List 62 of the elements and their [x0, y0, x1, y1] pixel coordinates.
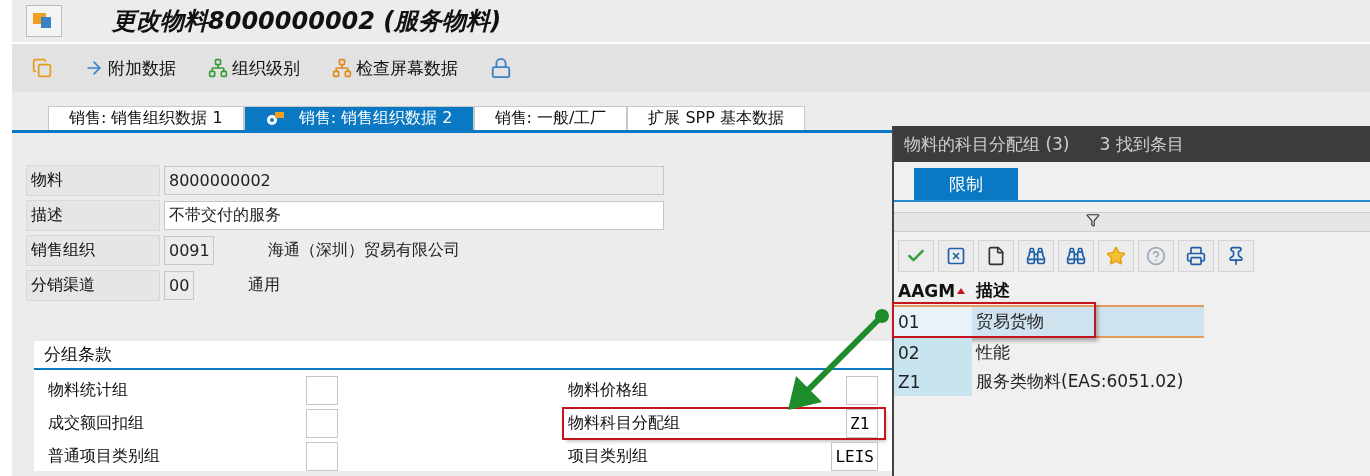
document-icon: [986, 246, 1006, 266]
tab[interactable]: 销售: 销售组织数据 1: [48, 106, 244, 130]
tab[interactable]: 销售: 一般/工厂: [473, 106, 628, 130]
toolbar-button[interactable]: 附加数据: [82, 54, 178, 82]
tab[interactable]: 限制: [914, 168, 1018, 200]
table-row[interactable]: 01 贸易货物: [894, 305, 1204, 338]
input-field[interactable]: Z1: [846, 409, 878, 438]
pin-icon: [1226, 246, 1246, 266]
field-label: 物料价格组: [568, 380, 648, 401]
table-cell: Z1: [894, 367, 972, 396]
window-title: 更改物料8000000002 (服务物料): [112, 6, 502, 37]
input-field[interactable]: [306, 442, 338, 471]
toolbar-button[interactable]: [1218, 240, 1254, 272]
table-cell-text: 贸易货物: [975, 310, 1045, 333]
toolbar-button[interactable]: 组织级别: [206, 54, 302, 82]
input-field[interactable]: 不带交付的服务: [164, 201, 664, 230]
field-label: 销售组织: [26, 235, 160, 266]
tab[interactable]: 销售: 销售组织数据 2: [243, 106, 474, 130]
toolbar-button[interactable]: [1018, 240, 1054, 272]
dialog-title: 物料的科目分配组 (3): [904, 132, 1070, 156]
table-cell: 02: [894, 338, 972, 367]
input-field[interactable]: [306, 409, 338, 438]
toolbar-button[interactable]: [978, 240, 1014, 272]
field-label: 成交额回扣组: [48, 413, 144, 434]
column-header[interactable]: AAGM: [894, 276, 972, 305]
help-icon: [1146, 246, 1166, 266]
toolbar-button[interactable]: 检查屏幕数据: [330, 54, 460, 82]
close-icon: [946, 246, 966, 266]
gear-icon: [264, 110, 285, 127]
toolbar-button[interactable]: [938, 240, 974, 272]
menu-button[interactable]: [26, 5, 62, 37]
table-cell-text: 服务类物料(EAS:6051.02): [975, 370, 1185, 393]
input-field[interactable]: [846, 376, 878, 405]
lock-icon: [490, 57, 512, 79]
toolbar-button[interactable]: [1058, 240, 1094, 272]
field-label: 物料统计组: [48, 380, 128, 401]
table-cell-text: 性能: [974, 341, 1011, 364]
column-header[interactable]: 描述: [972, 276, 1204, 305]
copy-icon: [32, 58, 52, 78]
table-row[interactable]: 02 性能: [894, 338, 1204, 367]
binoculars-icon: [1026, 246, 1046, 266]
field-label: 物料: [26, 165, 160, 196]
field-description: 通用: [248, 275, 280, 296]
filter-icon: [1086, 213, 1100, 227]
hierarchy-icon: [208, 58, 228, 78]
tab[interactable]: 扩展 SPP 基本数据: [627, 106, 805, 130]
table-cell: 01: [894, 307, 972, 336]
field-label: 分销渠道: [26, 270, 160, 301]
input-field[interactable]: LEIS: [831, 442, 878, 471]
field-description: 海通（深圳）贸易有限公司: [268, 240, 460, 261]
input-field[interactable]: [306, 376, 338, 405]
toolbar-button[interactable]: [1178, 240, 1214, 272]
star-icon: [1106, 246, 1126, 266]
field-label: 项目类别组: [568, 446, 648, 467]
printer-icon: [1186, 246, 1206, 266]
toolbar-icon-button[interactable]: [30, 56, 54, 80]
sort-icon: [957, 287, 966, 294]
field-label: 描述: [26, 200, 160, 231]
table-row[interactable]: Z1 服务类物料(EAS:6051.02): [894, 367, 1204, 396]
field-label: 物料科目分配组: [568, 413, 680, 434]
field-label: 普通项目类别组: [48, 446, 160, 467]
result-count: 3 找到条目: [1099, 132, 1184, 156]
